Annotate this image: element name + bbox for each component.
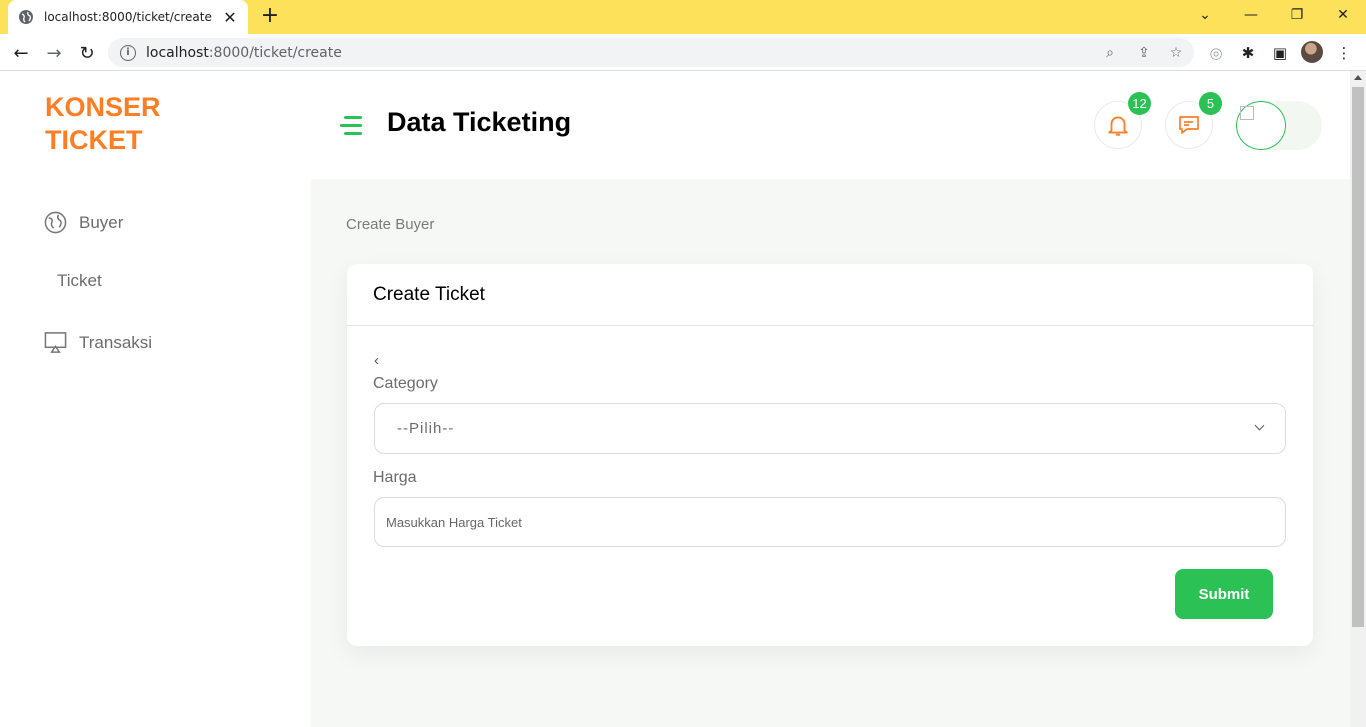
globe-icon [19,10,33,24]
menu-toggle-icon[interactable] [340,116,362,136]
scroll-up-arrow-icon[interactable] [1354,75,1362,80]
browser-tab-bar: localhost:8000/ticket/create ✕ + ⌄ — ❐ ✕ [0,0,1366,34]
card-title: Create Ticket [373,283,485,305]
tab-title: localhost:8000/ticket/create [44,10,212,24]
browser-profile-avatar[interactable] [1301,41,1323,63]
sidebar-item-label: Transaksi [79,332,153,352]
address-bar[interactable]: i localhost:8000/ticket/create ⌕ ⇪ ☆ [108,38,1194,67]
minimize-icon[interactable]: — [1228,0,1274,30]
site-info-icon[interactable]: i [120,44,136,61]
notifications-button[interactable]: 12 [1094,92,1151,149]
page-scrollbar[interactable] [1350,71,1366,727]
browser-tab[interactable]: localhost:8000/ticket/create ✕ [8,0,248,34]
browser-toolbar: ← → ↻ i localhost:8000/ticket/create ⌕ ⇪… [0,34,1366,71]
messages-button[interactable]: 5 [1165,92,1222,149]
price-label: Harga [373,469,417,486]
avatar[interactable] [1236,101,1286,150]
category-selected-value: --Pilih-- [397,420,455,437]
new-tab-button[interactable]: + [258,5,282,29]
close-window-icon[interactable]: ✕ [1320,0,1366,30]
price-input[interactable] [374,497,1286,547]
sidebar-item-transaksi[interactable]: Transaksi [44,331,152,354]
reload-icon[interactable]: ↻ [74,40,100,66]
messages-badge: 5 [1199,92,1222,115]
side-panel-icon[interactable]: ▣ [1270,43,1290,63]
sidebar-item-buyer[interactable]: Buyer [44,211,123,234]
browser-menu-icon[interactable]: ⋮ [1334,43,1354,63]
page: KONSER TICKET Buyer Ticket Transaksi Dat… [0,71,1350,727]
page-title: Data Ticketing [387,107,572,137]
extensions-puzzle-icon[interactable]: ✱ [1238,43,1258,63]
breadcrumb: Create Buyer [346,216,435,233]
url-text: localhost:8000/ticket/create [146,44,342,61]
create-ticket-card: Create Ticket ‹ Category --Pilih-- Harga… [347,264,1313,646]
brand-logo[interactable]: KONSER TICKET [45,91,161,157]
sidebar-item-label: Buyer [79,212,124,232]
share-icon[interactable]: ⇪ [1136,45,1152,61]
scrollbar-thumb[interactable] [1352,87,1364,627]
globe-icon [44,211,67,234]
tab-search-icon[interactable]: ⌄ [1182,0,1228,30]
forward-icon[interactable]: → [41,40,67,66]
monitor-icon [44,332,67,353]
profile-menu[interactable] [1236,101,1322,150]
sidebar-item-ticket[interactable]: Ticket [57,271,102,291]
close-tab-icon[interactable]: ✕ [222,8,238,27]
submit-button[interactable]: Submit [1175,569,1273,619]
chat-icon [1179,116,1199,134]
zoom-icon[interactable]: ⌕ [1102,45,1118,61]
bell-icon [1108,116,1128,136]
sidebar-item-label: Ticket [57,271,102,290]
category-select[interactable]: --Pilih-- [374,403,1286,454]
chevron-down-icon [1254,420,1265,431]
back-link[interactable]: ‹ [374,352,379,369]
restore-icon[interactable]: ❐ [1274,0,1320,30]
extension-circle-icon[interactable]: ◎ [1206,43,1226,63]
card-header: Create Ticket [347,264,1313,326]
bookmark-star-icon[interactable]: ☆ [1168,45,1184,61]
back-icon[interactable]: ← [8,40,34,66]
broken-image-icon [1240,106,1254,120]
category-label: Category [373,375,438,392]
notifications-badge: 12 [1128,92,1151,115]
